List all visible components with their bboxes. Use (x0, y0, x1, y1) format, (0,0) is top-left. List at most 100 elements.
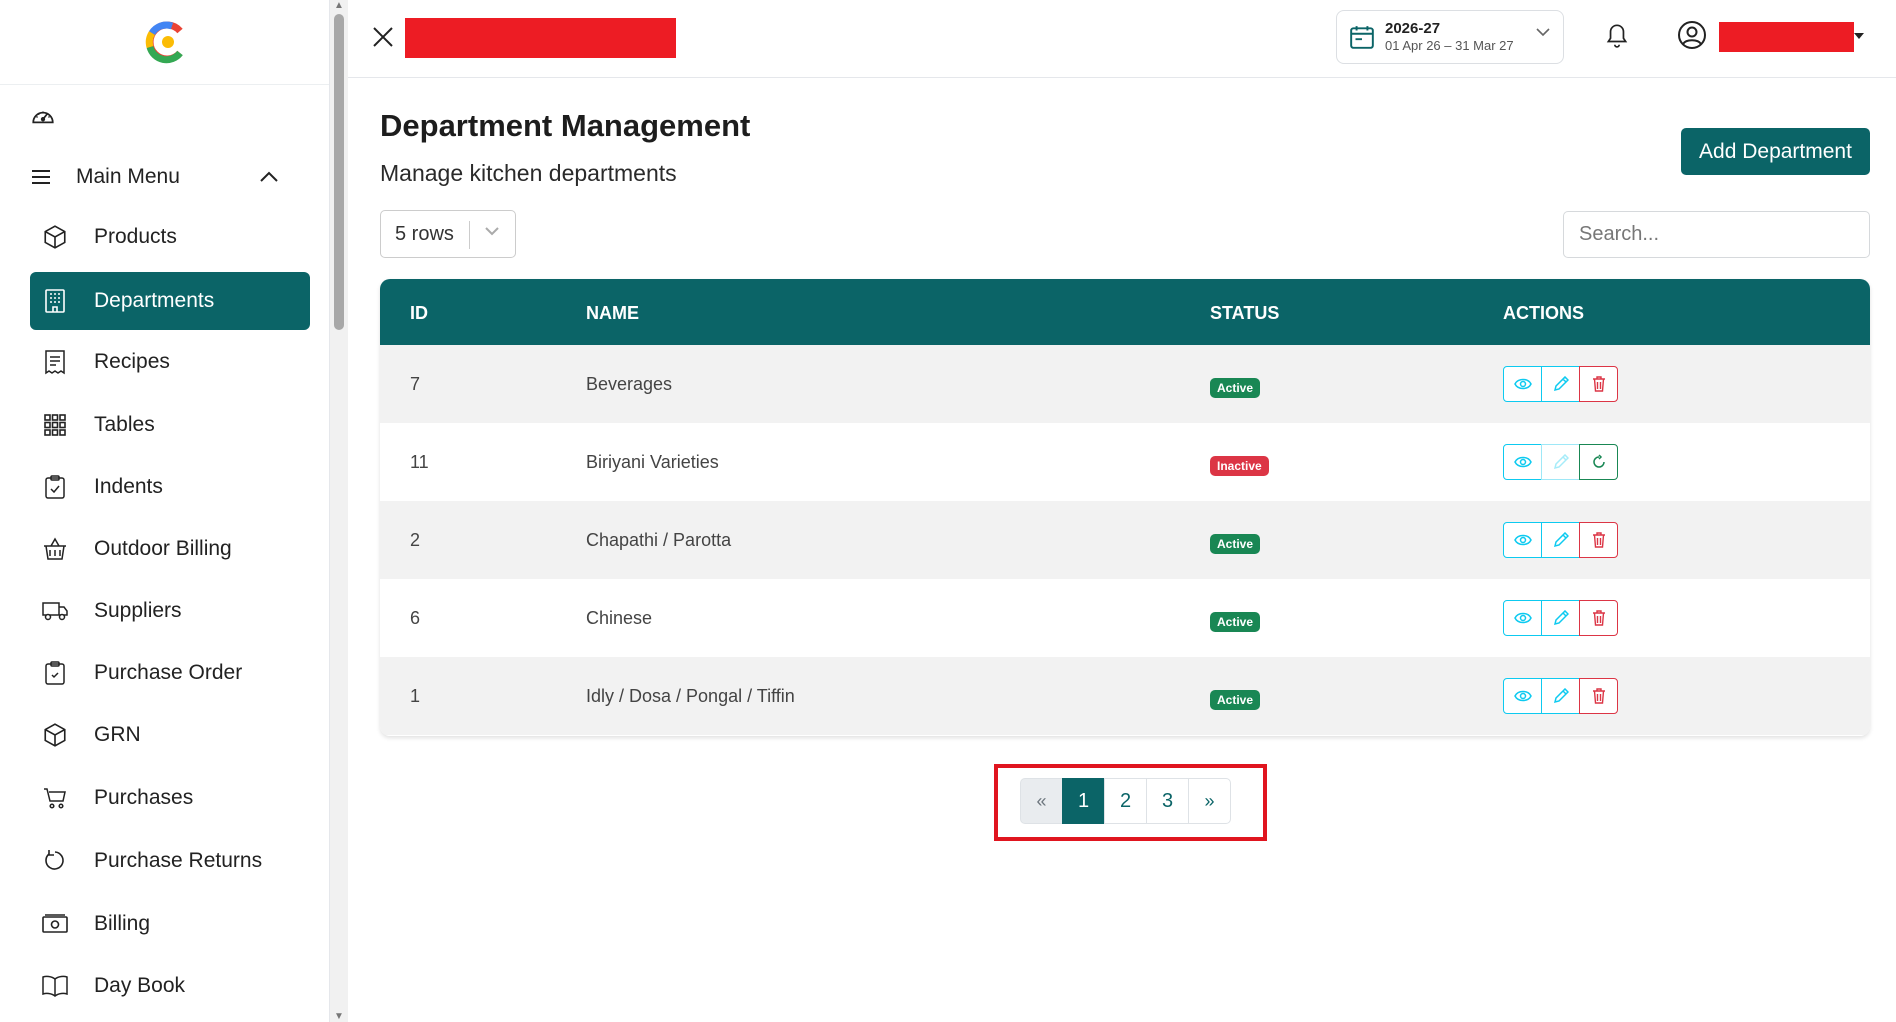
sidebar-item-purchase-returns[interactable]: Purchase Returns (30, 832, 310, 890)
sidebar-item-purchases[interactable]: Purchases (30, 769, 310, 827)
box-icon (40, 720, 70, 750)
eye-icon (1513, 378, 1532, 390)
search-input[interactable] (1563, 211, 1870, 258)
sidebar-item-day-book[interactable]: Day Book (30, 957, 310, 1015)
pencil-icon (1553, 688, 1569, 704)
clipboard-check-icon (40, 472, 70, 502)
view-button[interactable] (1503, 522, 1542, 558)
cell-id: 6 (410, 608, 421, 628)
sidebar-item-purchase-order[interactable]: Purchase Order (30, 644, 310, 702)
cell-name: Idly / Dosa / Pongal / Tiffin (586, 686, 795, 706)
user-avatar-icon[interactable] (1677, 20, 1707, 50)
status-badge: Active (1210, 534, 1261, 554)
basket-icon (40, 534, 70, 564)
sidebar-item-label: Products (94, 225, 177, 248)
rows-per-page-value: 5 rows (395, 222, 454, 245)
edit-button-disabled (1541, 444, 1580, 480)
add-department-button[interactable]: Add Department (1681, 128, 1870, 175)
redacted-username[interactable] (1719, 22, 1854, 52)
redacted-title (405, 18, 676, 58)
sidebar-item-departments[interactable]: Departments (30, 272, 310, 330)
sidebar-item-grn[interactable]: GRN (30, 706, 310, 764)
grid-icon (40, 410, 70, 440)
book-icon (40, 971, 70, 1001)
refresh-icon (1592, 454, 1605, 468)
sidebar-scrollbar[interactable]: ▲ ▼ (330, 0, 348, 1022)
edit-button[interactable] (1541, 366, 1580, 402)
sidebar-item-suppliers[interactable]: Suppliers (30, 582, 310, 640)
view-button[interactable] (1503, 366, 1542, 402)
sidebar-item-label: Tables (94, 413, 155, 436)
edit-button[interactable] (1541, 522, 1580, 558)
scroll-down-icon[interactable]: ▼ (334, 1011, 344, 1022)
delete-button[interactable] (1579, 366, 1618, 402)
select-divider (469, 221, 470, 249)
box-icon (40, 222, 70, 252)
trash-icon (1592, 532, 1605, 548)
table-row: 2 Chapathi / Parotta Active (380, 501, 1870, 579)
delete-button[interactable] (1579, 522, 1618, 558)
sidebar-item-label: Purchase Order (94, 661, 243, 684)
sidebar-item-label: Outdoor Billing (94, 537, 232, 560)
edit-button[interactable] (1541, 600, 1580, 636)
cash-icon (40, 909, 70, 939)
main-menu-toggle[interactable]: Main Menu (0, 149, 329, 205)
table-row: 7 Beverages Active (380, 345, 1870, 423)
rows-per-page-select[interactable]: 5 rows (380, 210, 516, 258)
sidebar-item-label: Indents (94, 475, 163, 498)
dashboard-link[interactable] (0, 85, 329, 149)
edit-button[interactable] (1541, 678, 1580, 714)
header-id[interactable]: ID (410, 303, 428, 324)
status-badge: Active (1210, 612, 1261, 632)
sidebar-item-products[interactable]: Products (30, 208, 310, 266)
row-actions (1503, 678, 1618, 714)
sidebar-item-tables[interactable]: Tables (30, 396, 310, 454)
row-actions (1503, 366, 1618, 402)
fy-year: 2026-27 (1385, 20, 1441, 37)
logo-icon (145, 21, 183, 64)
sidebar-item-outdoor-billing[interactable]: Outdoor Billing (30, 520, 310, 578)
sidebar-item-label: Purchase Returns (94, 849, 263, 872)
sidebar-item-label: Billing (94, 912, 151, 935)
sidebar-item-label: Departments (94, 289, 215, 312)
close-icon[interactable] (372, 26, 394, 48)
header-name[interactable]: NAME (586, 303, 639, 324)
cell-id: 1 (410, 686, 421, 706)
sidebar-item-billing[interactable]: Billing (30, 895, 310, 953)
table-header: ID NAME STATUS ACTIONS (380, 279, 1870, 345)
delete-button[interactable] (1579, 600, 1618, 636)
sidebar-item-label: GRN (94, 723, 141, 746)
view-button[interactable] (1503, 600, 1542, 636)
app-logo[interactable] (0, 0, 329, 85)
sidebar-item-indents[interactable]: Indents (30, 458, 310, 516)
receipt-icon (40, 347, 70, 377)
scroll-up-icon[interactable]: ▲ (334, 0, 344, 11)
sidebar: Main Menu Products Departments Recipes T… (0, 0, 330, 1022)
table-row: 11 Biriyani Varieties Inactive (380, 423, 1870, 501)
main-menu-label: Main Menu (76, 165, 180, 188)
cell-id: 2 (410, 530, 421, 550)
speedometer-icon (32, 111, 54, 124)
delete-button[interactable] (1579, 678, 1618, 714)
status-badge: Inactive (1210, 456, 1269, 476)
scrollbar-thumb[interactable] (334, 14, 344, 330)
caret-down-icon[interactable] (1852, 31, 1866, 41)
pencil-icon (1553, 454, 1569, 470)
trash-icon (1592, 688, 1605, 704)
financial-year-selector[interactable]: 2026-27 01 Apr 26 – 31 Mar 27 (1336, 10, 1564, 64)
clipboard-icon (40, 658, 70, 688)
view-button[interactable] (1503, 444, 1542, 480)
sidebar-item-recipes[interactable]: Recipes (30, 333, 310, 391)
eye-icon (1513, 456, 1532, 468)
eye-icon (1513, 534, 1532, 546)
header-status[interactable]: STATUS (1210, 303, 1279, 324)
restore-button[interactable] (1579, 444, 1618, 480)
row-actions (1503, 444, 1618, 480)
departments-table: ID NAME STATUS ACTIONS 7 Beverages Activ… (380, 279, 1870, 736)
view-button[interactable] (1503, 678, 1542, 714)
cell-name: Biriyani Varieties (586, 452, 719, 472)
row-actions (1503, 600, 1618, 636)
cart-icon (40, 783, 70, 813)
annotation-highlight-box (994, 764, 1267, 841)
bell-icon[interactable] (1604, 21, 1630, 49)
